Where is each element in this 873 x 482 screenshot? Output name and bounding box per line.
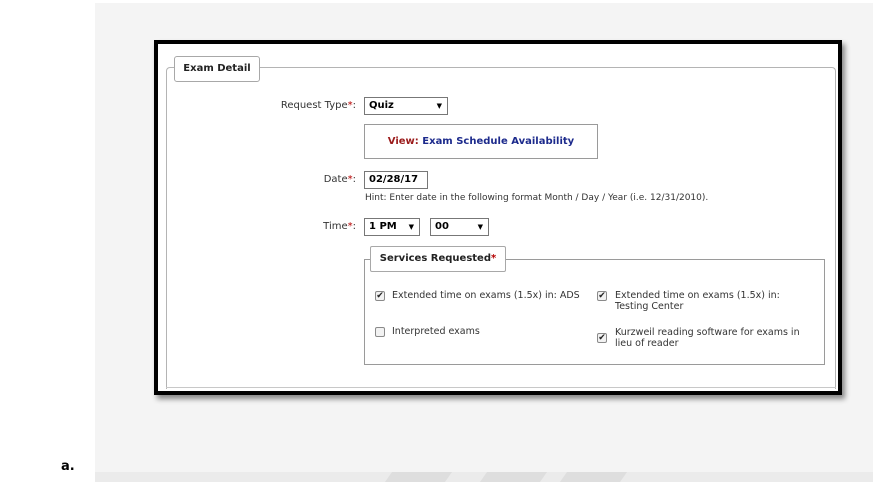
label-colon: :	[352, 221, 356, 232]
check-icon: ✔	[376, 291, 384, 301]
service-label-line: Extended time on exams (1.5x) in: ADS	[392, 290, 580, 301]
request-type-label-text: Request Type	[280, 100, 348, 111]
service-label-line: Interpreted exams	[392, 326, 480, 337]
check-icon: ✔	[598, 291, 606, 301]
date-format-hint: Hint: Enter date in the following format…	[365, 193, 709, 203]
time-hour-select[interactable]: 1 PM ▼	[364, 218, 420, 236]
band-stripe	[377, 472, 453, 482]
exam-schedule-availability-link[interactable]: Exam Schedule Availability	[422, 136, 574, 147]
required-marker: *	[491, 253, 497, 264]
date-input[interactable]: 02/28/17	[364, 171, 428, 189]
service-label-line: Kurzweil reading software for exams in	[615, 327, 800, 338]
request-type-select[interactable]: Quiz ▼	[364, 97, 448, 115]
band-stripe	[552, 472, 628, 482]
caret-down-icon: ▼	[436, 102, 442, 110]
services-requested-legend: Services Requested*	[370, 246, 506, 272]
exam-schedule-availability-box: View: Exam Schedule Availability	[364, 124, 598, 159]
date-label: Date*:	[258, 174, 356, 185]
left-margin	[0, 0, 95, 482]
date-label-text: Date	[323, 174, 348, 185]
bottom-band	[95, 472, 873, 482]
service-label-line: Extended time on exams (1.5x) in:	[615, 290, 780, 301]
label-colon: :	[352, 100, 356, 111]
service-label-line: Testing Center	[615, 301, 684, 312]
service-checkbox-extended-testing-center[interactable]: ✔	[597, 291, 607, 301]
service-label-line: lieu of reader	[615, 338, 679, 349]
time-hour-value: 1 PM	[369, 221, 397, 232]
service-checkbox-kurzweil[interactable]: ✔	[597, 333, 607, 343]
service-label-interpreted-exams: Interpreted exams	[392, 326, 480, 337]
band-stripe	[472, 472, 548, 482]
services-legend-text: Services Requested	[379, 253, 491, 264]
exam-detail-legend: Exam Detail	[174, 56, 260, 82]
time-label-text: Time	[323, 221, 348, 232]
view-label: View:	[387, 136, 423, 147]
service-checkbox-interpreted-exams[interactable]	[375, 327, 385, 337]
caret-down-icon: ▼	[408, 223, 414, 231]
time-label: Time*:	[258, 221, 356, 232]
time-minute-value: 00	[435, 221, 449, 232]
label-colon: :	[352, 174, 356, 185]
check-icon: ✔	[598, 333, 606, 343]
fieldset-divider	[166, 387, 836, 388]
service-label-kurzweil: Kurzweil reading software for exams in l…	[615, 327, 800, 349]
services-requested-fieldset	[364, 259, 825, 365]
screenshot-frame: Exam Detail Request Type*: Quiz ▼ View: …	[154, 40, 842, 395]
service-label-extended-ads: Extended time on exams (1.5x) in: ADS	[392, 290, 580, 301]
service-checkbox-extended-ads[interactable]: ✔	[375, 291, 385, 301]
request-type-value: Quiz	[369, 100, 394, 111]
service-label-extended-testing-center: Extended time on exams (1.5x) in: Testin…	[615, 290, 780, 312]
time-minute-select[interactable]: 00 ▼	[430, 218, 489, 236]
request-type-label: Request Type*:	[258, 100, 356, 111]
list-marker: a.	[61, 459, 75, 474]
caret-down-icon: ▼	[477, 223, 483, 231]
